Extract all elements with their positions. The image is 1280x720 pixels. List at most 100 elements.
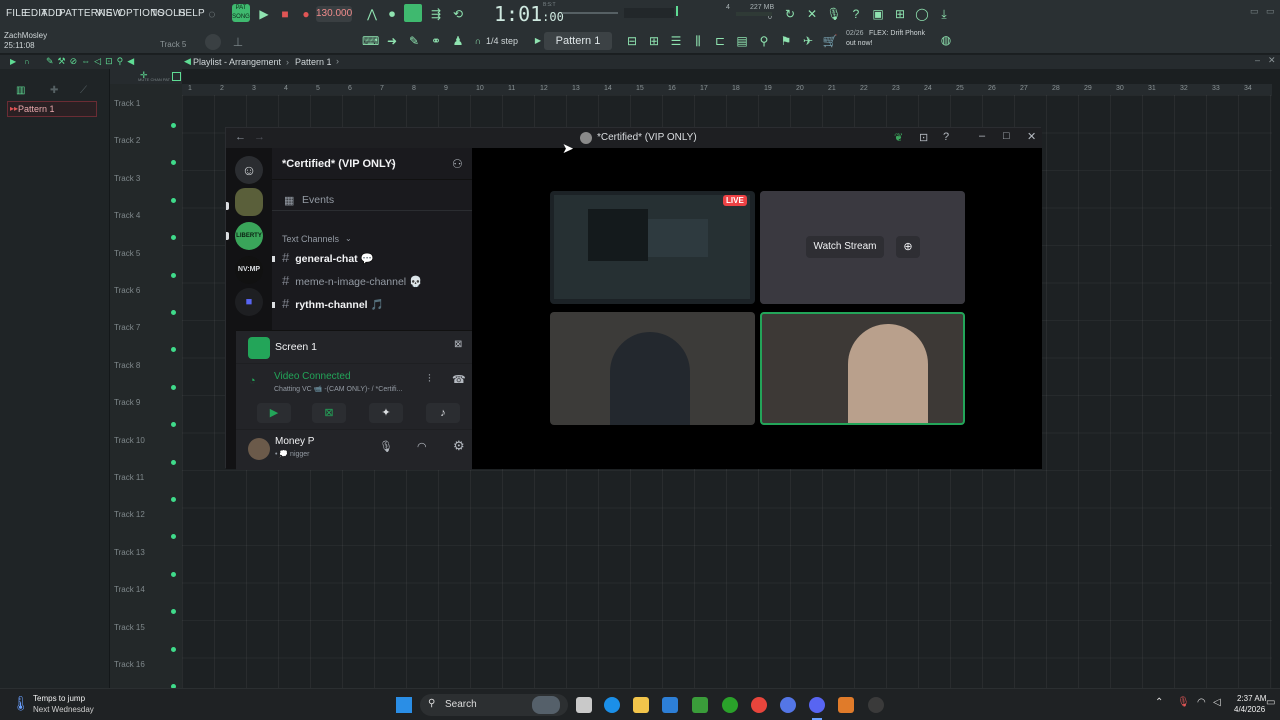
track-mute-led[interactable] [171,459,176,465]
playlist-tools[interactable]: ✎⚒⊘⇔◁⊡⚲◀ [46,56,138,67]
track-label[interactable]: Track 1 [114,99,140,108]
news-title[interactable]: FLEX: Drift Phonk [869,30,925,37]
add-member-icon[interactable]: ⚇ [452,157,463,171]
playlist-minimize-icon[interactable]: – [1255,55,1260,65]
track-mute-led[interactable] [171,310,176,315]
inbox-icon[interactable]: ⊡ [919,131,928,144]
voice-status[interactable]: Video Connected [274,371,351,382]
marker-icon[interactable]: ⚑ [778,33,794,49]
save-icon[interactable]: ▣ [870,6,886,22]
picker-audio-icon[interactable]: ✚ [50,85,58,96]
add-stream-icon[interactable]: ⊕ [896,236,920,258]
headphones-icon[interactable]: ◠ [417,440,427,453]
back-icon[interactable]: ← [235,131,246,143]
menu-help[interactable]: HELP [178,8,205,19]
maximize-icon[interactable]: □ [1003,130,1010,142]
wrench-icon[interactable]: ✈ [800,33,816,49]
channel-meme[interactable]: # meme-n-image-channel 💀 [282,273,422,288]
track-label[interactable]: Track 11 [114,473,144,482]
camera-tile-2-speaking[interactable] [760,312,965,425]
pin-icon[interactable]: ⊥ [230,34,246,50]
start-icon[interactable] [396,697,412,713]
server-icon-2[interactable]: LIBERTY [235,222,263,250]
server-header[interactable]: *Certified* (VIP ONLY) ⌄ ⚇ [272,148,472,180]
picker-auto-icon[interactable]: ⟋ [80,85,87,96]
snap-step[interactable]: 1/4 step [486,36,518,46]
nitro-leaf-icon[interactable]: ❦ [894,131,903,144]
soundboard-button[interactable]: ♪ [426,403,460,423]
track-label[interactable]: Track 15 [114,623,145,632]
browser-icon[interactable]: ⊏ [712,33,728,49]
metronome-icon[interactable]: ⋀ [364,6,380,22]
window-close-icon[interactable]: ▭ [1266,6,1275,17]
plugin-icon[interactable]: ✕ [804,6,820,22]
gear-app-icon[interactable] [868,697,884,713]
track-label[interactable]: Track 12 [114,510,145,519]
track-mute-led[interactable] [171,384,176,390]
stream-tile-watch[interactable]: Watch Stream ⊕ [760,191,965,304]
close-icon[interactable]: ✕ [1027,130,1036,143]
countdown-button[interactable] [404,4,422,22]
taskbar-date[interactable]: 4/4/2026 [1234,705,1265,714]
track-label[interactable]: Track 8 [114,361,140,370]
loop-record-icon[interactable]: ⟲ [450,6,466,22]
pattern-list-item[interactable]: ▸▸ Pattern 1 [7,101,97,117]
master-pitch-knob[interactable] [205,34,221,50]
track-label[interactable]: Track 14 [114,585,145,594]
cart-icon[interactable]: 🛒 [822,33,838,49]
window-minimize-icon[interactable]: ▭ [1250,6,1259,17]
pat-song-toggle[interactable]: PAT SONG [232,4,250,22]
mic-icon[interactable]: 🎙 [826,6,842,22]
globe-icon[interactable]: ◍ [938,32,954,48]
edge-icon[interactable] [604,697,620,713]
camera-button[interactable]: ▶ [257,403,291,423]
stamp-icon[interactable]: ♟ [450,33,466,49]
track-mute-led[interactable] [171,571,176,577]
tray-mic-icon[interactable]: 🎙 [1177,697,1190,708]
folder-icon[interactable]: ■ [235,288,263,316]
weather-title[interactable]: Temps to jump [33,694,85,703]
piano-roll-icon[interactable]: ☰ [668,33,684,49]
voice-channel-sub[interactable]: Chatting VC 📹 -(CAM ONLY)- / *Certifi... [274,385,419,393]
timeline-ruler[interactable]: 1 2 3 4 5 6 7 8 9 10 11 12 13 14 15 16 17 18 19 20 21 22 23 24 2… [182,84,1272,95]
magnet-icon[interactable]: ∩ [470,33,486,49]
magnet-small-icon[interactable]: ∩ [24,57,30,66]
track-label[interactable]: Track 16 [114,660,145,669]
channel-general-chat[interactable]: # general-chat 💬 [282,250,374,265]
discord-taskbar-icon[interactable] [809,697,825,713]
playlist-close-icon[interactable]: ✕ [1268,55,1276,66]
mixer-icon[interactable]: ⫼ [690,33,706,49]
noise-suppression-icon[interactable]: ⫶ [428,373,431,386]
track-label[interactable]: Track 5 [114,249,140,258]
help-icon[interactable]: ? [848,6,864,22]
track-label[interactable]: Track 9 [114,398,140,407]
arrow-left-icon[interactable]: ◀ [184,56,191,67]
events-link[interactable]: Events [302,194,334,206]
avatar[interactable] [248,438,270,460]
microphone-icon[interactable]: 🎙 [379,440,393,453]
keyboard-icon[interactable]: ⌨ [362,33,379,49]
server-icon-1[interactable] [235,188,263,216]
stream-tile-live[interactable]: LIVE [550,191,755,304]
app-icon[interactable] [780,697,796,713]
track-mute-led[interactable] [171,197,176,203]
blend-icon[interactable]: ⇶ [428,6,444,22]
fl-studio-icon[interactable] [838,697,854,713]
disconnect-icon[interactable]: ☎ [452,373,466,386]
minimize-icon[interactable]: – [979,130,985,142]
text-channels-header[interactable]: Text Channels [282,234,339,244]
chat-icon[interactable]: ◯ [914,6,930,22]
file-explorer-icon[interactable] [633,697,649,713]
track-header-toggle[interactable] [172,72,181,81]
track-label[interactable]: Track 13 [114,548,145,557]
pencil-icon[interactable]: ✎ [406,33,422,49]
link-icon[interactable]: ⚭ [428,33,444,49]
server-icon-nvmp[interactable]: NV:MP [235,256,263,284]
play-small-icon[interactable]: ▶ [10,57,16,66]
stop-icon[interactable]: ■ [277,6,293,22]
track-label[interactable]: Track 6 [114,286,140,295]
tuner-icon[interactable]: ⚲ [756,33,772,49]
watch-stream-button[interactable]: Watch Stream [806,236,884,258]
weather-sub[interactable]: Next Wednesday [33,705,94,714]
record-icon[interactable]: ● [298,6,314,22]
